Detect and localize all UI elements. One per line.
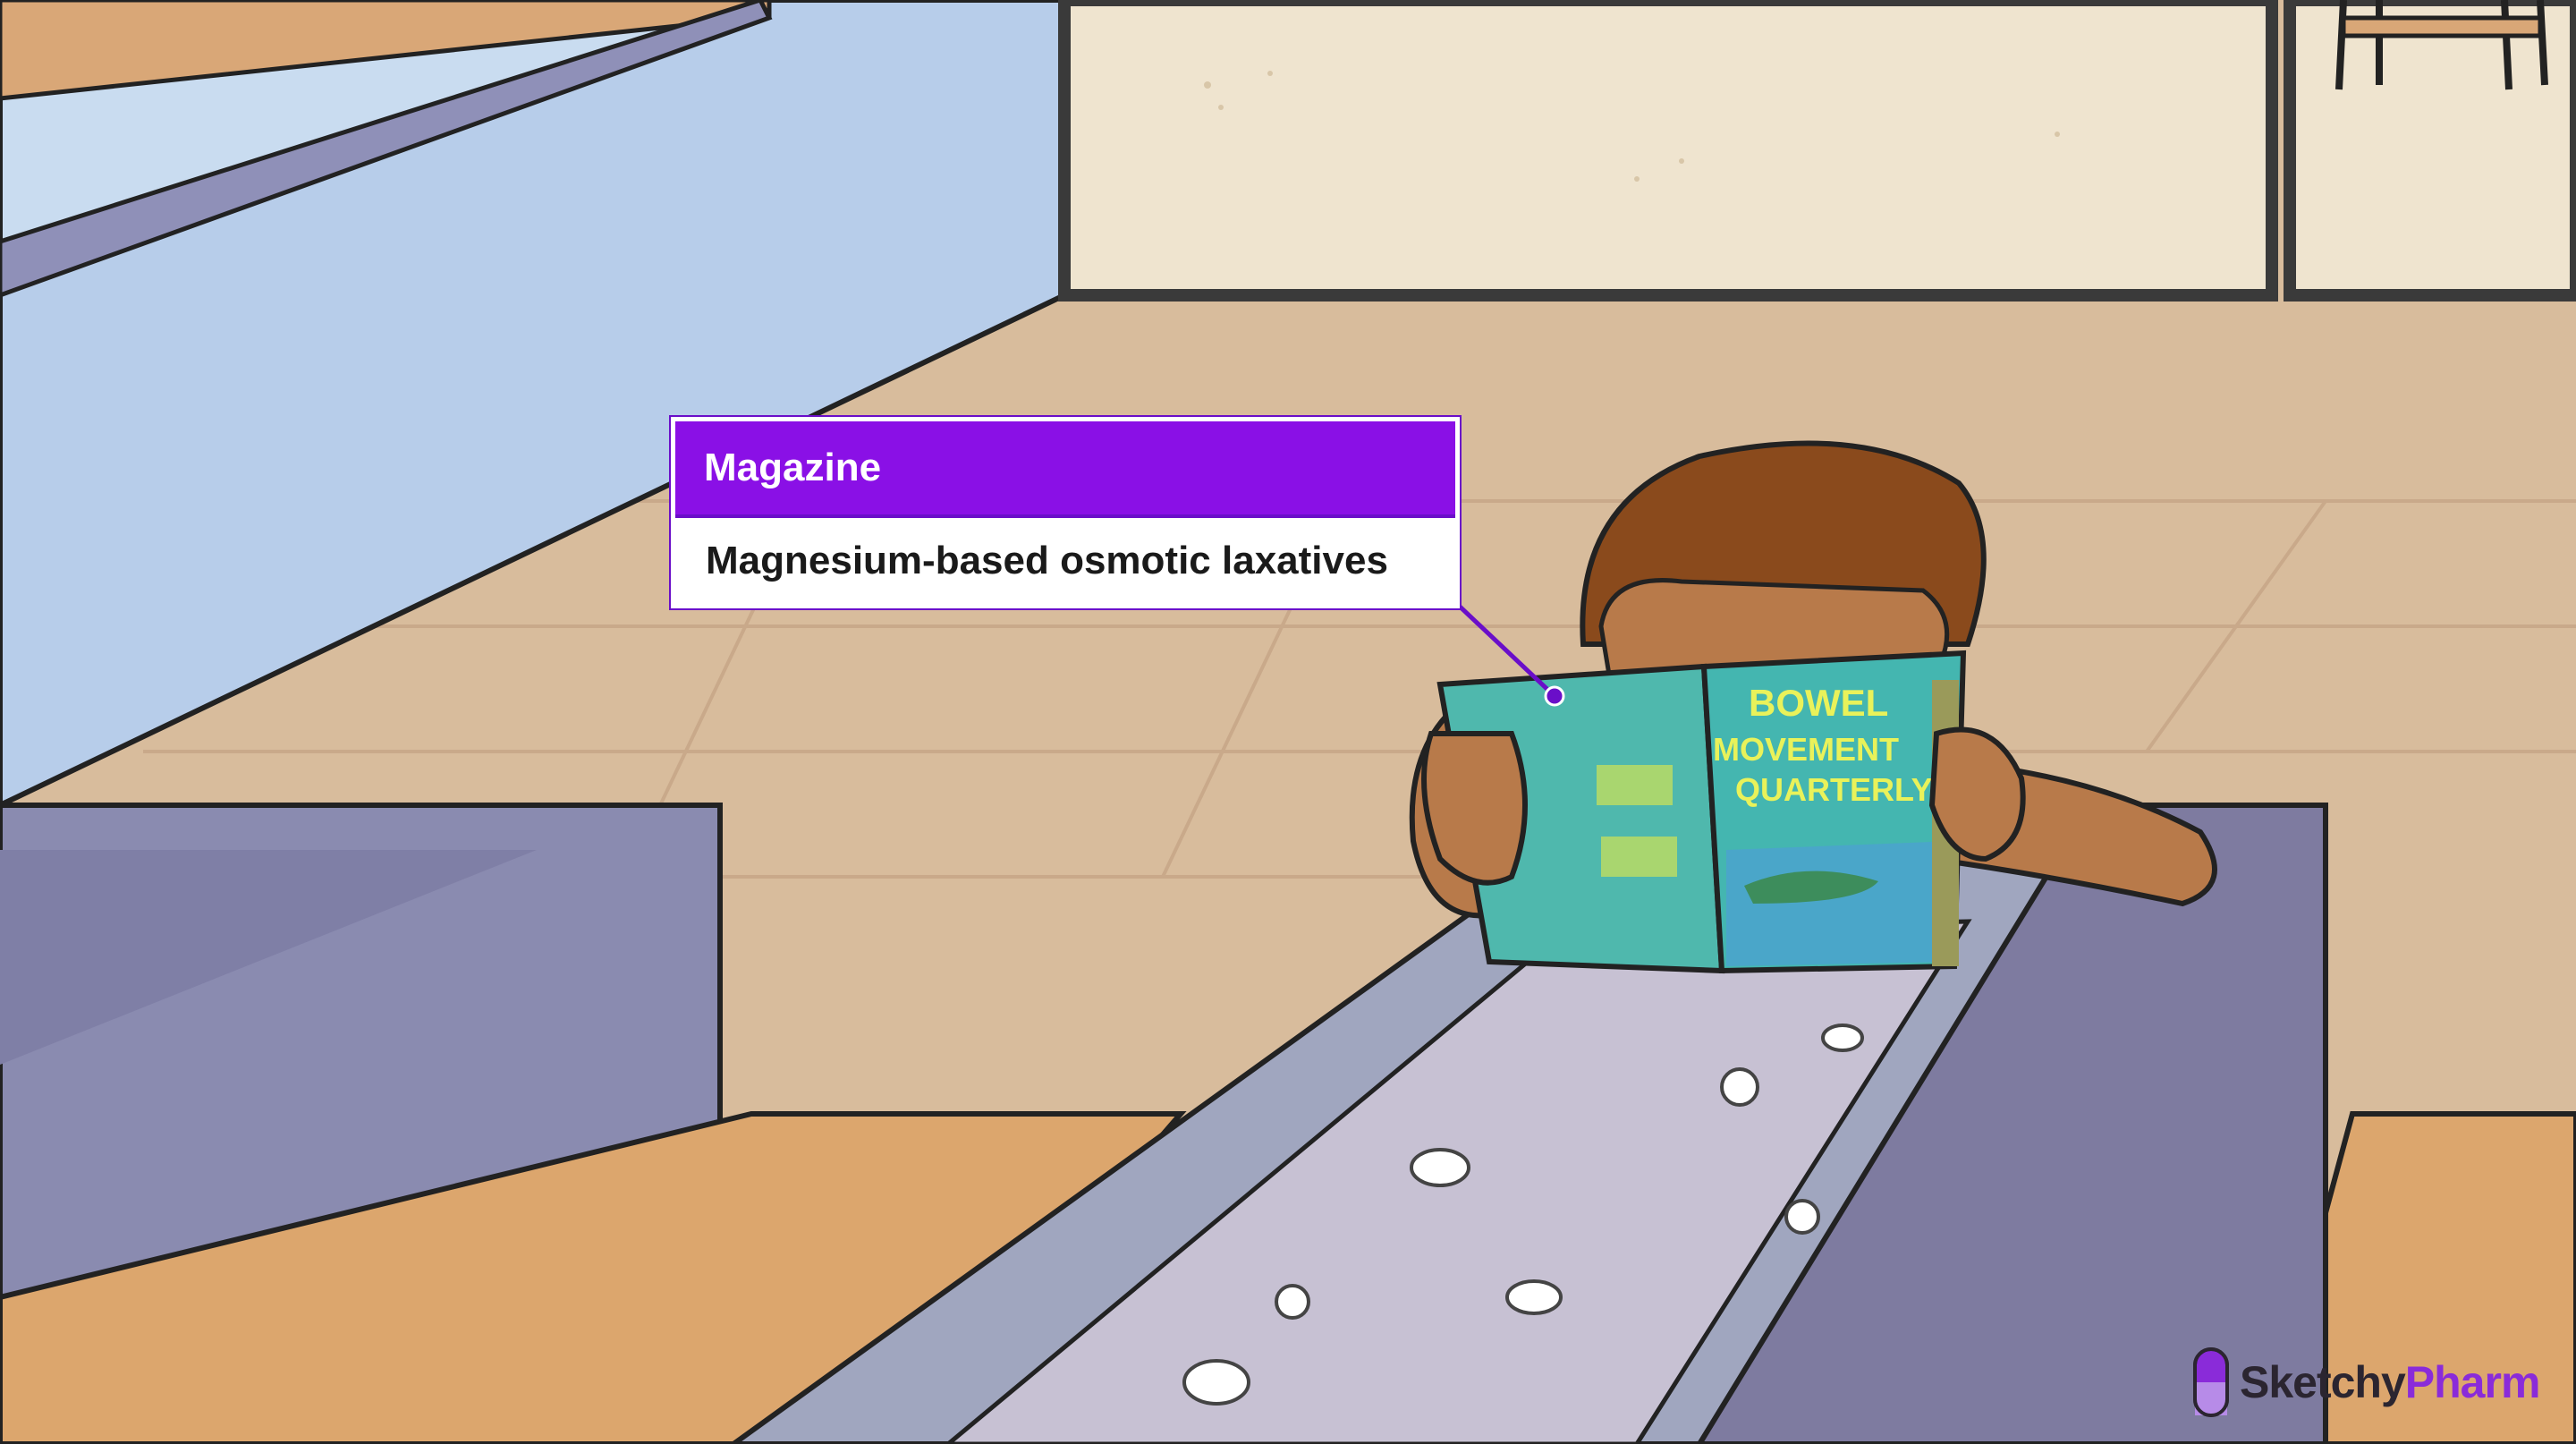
pill-icon xyxy=(2193,1347,2229,1417)
brand-name-part2: Pharm xyxy=(2404,1357,2541,1407)
back-window-left xyxy=(1058,0,2278,302)
back-window-right xyxy=(2284,0,2576,302)
magazine-title-line-2: MOVEMENT xyxy=(1713,731,1899,768)
brand-name-part1: Sketchy xyxy=(2240,1357,2406,1407)
hand-left xyxy=(1421,731,1528,886)
magazine-title-line-1: BOWEL xyxy=(1749,682,1888,724)
callout-description: Magnesium-based osmotic laxatives xyxy=(675,514,1455,604)
scene-illustration: BOWEL MOVEMENT QUARTERLY xyxy=(0,0,2576,1444)
brand-name: SketchyPharm xyxy=(2240,1356,2541,1408)
magazine-stripe-1 xyxy=(1597,765,1673,805)
magazine-stripe-2 xyxy=(1601,837,1677,877)
brand-logo: SketchyPharm xyxy=(2191,1342,2541,1423)
magazine-ocean xyxy=(1726,841,1954,966)
chair-seat xyxy=(2341,15,2543,38)
callout-title: Magazine xyxy=(675,421,1455,514)
magazine-title-line-3: QUARTERLY xyxy=(1735,771,1933,808)
label-callout: Magazine Magnesium-based osmotic laxativ… xyxy=(671,417,1460,608)
callout-pin xyxy=(1544,685,1565,707)
